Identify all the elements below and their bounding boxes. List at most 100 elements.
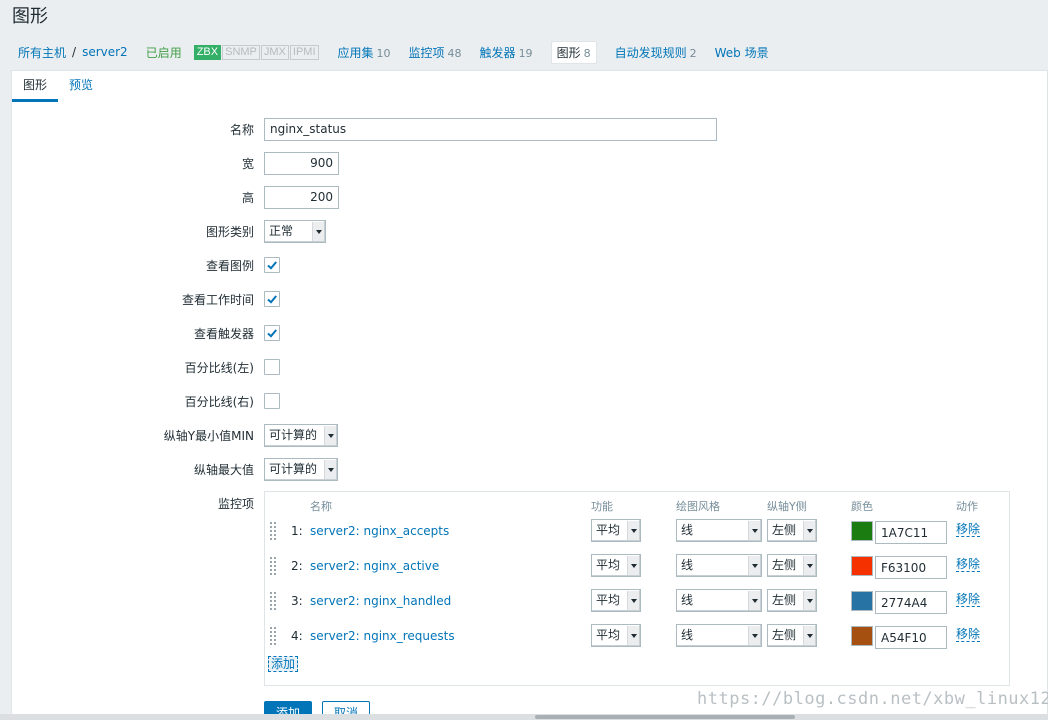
chevron-down-icon: [803, 591, 815, 610]
item-draw-style-select[interactable]: 线: [676, 554, 762, 577]
item-function-select[interactable]: 平均: [591, 554, 641, 577]
host-status[interactable]: 已启用: [146, 44, 182, 61]
item-function-select[interactable]: 平均: [591, 624, 641, 647]
item-name-link[interactable]: server2: nginx_requests: [310, 629, 455, 643]
remove-item-link[interactable]: 移除: [956, 558, 981, 572]
graph-form-panel: 图形 预览 名称 宽 高 图形类别 正常 查看图例 查看工作时间 查看触发器 百…: [11, 70, 1048, 720]
color-swatch[interactable]: [851, 591, 873, 611]
item-color-input[interactable]: [875, 591, 947, 614]
item-color-input[interactable]: [875, 626, 947, 649]
y-max-select[interactable]: 可计算的: [264, 457, 338, 481]
form-tab-preview[interactable]: 预览: [58, 71, 104, 102]
y-min-label: 纵轴Y最小值MIN: [163, 428, 254, 443]
watermark: https://blog.csdn.net/xbw_linux123: [697, 689, 1048, 709]
chevron-down-icon: [324, 425, 336, 445]
table-row: 2: server2: nginx_active 平均 线 左侧 移除: [265, 554, 1011, 580]
item-y-axis-select[interactable]: 左侧: [767, 624, 817, 647]
item-y-axis-select[interactable]: 左侧: [767, 554, 817, 577]
width-label: 宽: [241, 156, 254, 171]
page-title: 图形: [12, 6, 48, 27]
drag-handle-icon[interactable]: [270, 557, 278, 575]
item-number: 1:: [291, 524, 303, 538]
form-tabs: 图形 预览: [12, 71, 104, 102]
height-input[interactable]: [264, 185, 339, 209]
item-function-select[interactable]: 平均: [591, 519, 641, 542]
item-name-link[interactable]: server2: nginx_handled: [310, 594, 451, 608]
chevron-down-icon: [748, 591, 760, 610]
tab-items[interactable]: 监控项 48: [409, 44, 462, 61]
color-swatch[interactable]: [851, 521, 873, 541]
item-name-link[interactable]: server2: nginx_active: [310, 559, 439, 573]
chevron-down-icon: [803, 556, 815, 575]
color-swatch[interactable]: [851, 626, 873, 646]
checkmark-icon: [267, 329, 277, 338]
show-legend-label: 查看图例: [205, 258, 254, 273]
graph-type-label: 图形类别: [205, 224, 254, 239]
col-function-header: 功能: [591, 500, 613, 513]
item-y-axis-select[interactable]: 左侧: [767, 589, 817, 612]
width-input[interactable]: [264, 151, 339, 175]
chevron-down-icon: [312, 221, 324, 241]
breadcrumb-all-hosts[interactable]: 所有主机: [18, 44, 66, 61]
drag-handle-icon[interactable]: [270, 522, 278, 540]
tab-applications[interactable]: 应用集 10: [338, 44, 391, 61]
graph-items-table: 名称 功能 绘图风格 纵轴Y侧 颜色 动作 1: server2: nginx_…: [264, 491, 1010, 686]
item-draw-style-select[interactable]: 线: [676, 624, 762, 647]
remove-item-link[interactable]: 移除: [956, 523, 981, 537]
chevron-down-icon: [803, 626, 815, 645]
tab-web-scenarios[interactable]: Web 场景: [715, 44, 769, 61]
form-tab-graph[interactable]: 图形: [12, 71, 59, 102]
percentile-right-checkbox[interactable]: [264, 393, 280, 409]
show-triggers-checkbox[interactable]: [264, 325, 280, 341]
percentile-left-label: 百分比线(左): [184, 360, 254, 375]
item-y-axis-select[interactable]: 左侧: [767, 519, 817, 542]
col-color-header: 颜色: [851, 500, 873, 513]
show-working-time-checkbox[interactable]: [264, 291, 280, 307]
table-row: 4: server2: nginx_requests 平均 线 左侧 移除: [265, 624, 1011, 650]
checkmark-icon: [267, 261, 277, 270]
chevron-down-icon: [748, 626, 760, 645]
drag-handle-icon[interactable]: [270, 627, 278, 645]
tab-graphs[interactable]: 图形 8: [550, 40, 597, 64]
zbx-badge: ZBX: [193, 44, 222, 60]
item-number: 2:: [291, 559, 303, 573]
item-draw-style-select[interactable]: 线: [676, 519, 762, 542]
item-color-input[interactable]: [875, 521, 947, 544]
chevron-down-icon: [324, 459, 336, 479]
name-label: 名称: [229, 122, 254, 137]
item-draw-style-select[interactable]: 线: [676, 589, 762, 612]
scrollbar-thumb[interactable]: [535, 715, 795, 719]
availability-badges: ZBX SNMP JMX IPMI: [193, 44, 320, 60]
item-number: 4:: [291, 629, 303, 643]
chevron-down-icon: [627, 521, 639, 540]
percentile-left-checkbox[interactable]: [264, 359, 280, 375]
item-color-input[interactable]: [875, 556, 947, 579]
breadcrumb-host[interactable]: server2: [82, 45, 128, 59]
tab-triggers[interactable]: 触发器 19: [480, 44, 533, 61]
item-name-link[interactable]: server2: nginx_accepts: [310, 524, 449, 538]
percentile-right-label: 百分比线(右): [184, 394, 254, 409]
ipmi-badge: IPMI: [289, 44, 319, 60]
graph-type-select[interactable]: 正常: [264, 219, 326, 243]
item-number: 3:: [291, 594, 303, 608]
show-legend-checkbox[interactable]: [264, 257, 280, 273]
snmp-badge: SNMP: [222, 44, 260, 60]
add-item-link[interactable]: 添加: [268, 656, 299, 672]
col-name-header: 名称: [310, 500, 332, 513]
tab-discovery-rules[interactable]: 自动发现规则 2: [615, 44, 697, 61]
remove-item-link[interactable]: 移除: [956, 593, 981, 607]
horizontal-scrollbar[interactable]: [0, 714, 1048, 720]
table-row: 1: server2: nginx_accepts 平均 线 左侧 移除: [265, 519, 1011, 545]
color-swatch[interactable]: [851, 556, 873, 576]
col-y-axis-header: 纵轴Y侧: [767, 500, 807, 513]
y-min-select[interactable]: 可计算的: [264, 423, 338, 447]
drag-handle-icon[interactable]: [270, 592, 278, 610]
chevron-down-icon: [748, 521, 760, 540]
item-function-select[interactable]: 平均: [591, 589, 641, 612]
show-triggers-label: 查看触发器: [193, 326, 254, 341]
remove-item-link[interactable]: 移除: [956, 628, 981, 642]
checkmark-icon: [267, 295, 277, 304]
breadcrumb: 所有主机 / server2 已启用 ZBX SNMP JMX IPMI 应用集…: [18, 40, 769, 64]
chevron-down-icon: [803, 521, 815, 540]
name-input[interactable]: [264, 117, 717, 141]
